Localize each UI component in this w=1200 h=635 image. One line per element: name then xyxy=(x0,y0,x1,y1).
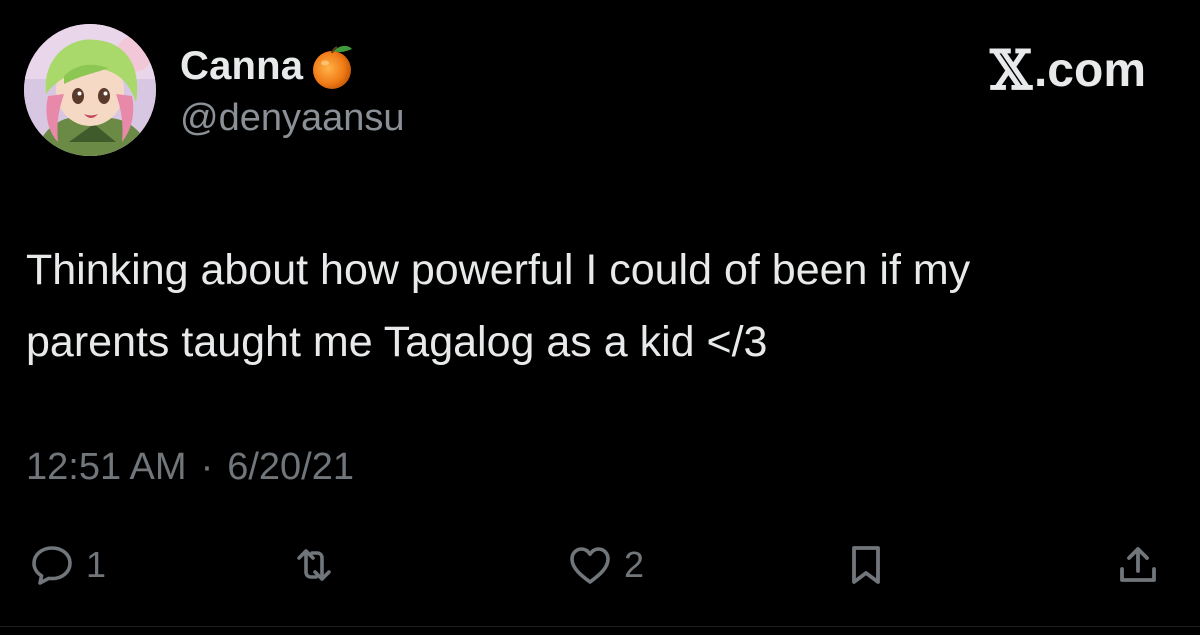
display-name[interactable]: Canna xyxy=(180,44,303,89)
action-bar: 1 2 xyxy=(0,535,1200,595)
x-logo-mark: 𝕏 xyxy=(990,38,1032,102)
tweet-time[interactable]: 12:51 AM xyxy=(26,446,187,489)
like-count: 2 xyxy=(624,544,645,585)
handle[interactable]: @denyaansu xyxy=(180,97,405,140)
share-icon xyxy=(1120,547,1156,582)
tweet-timestamp[interactable]: 12:51 AM · 6/20/21 xyxy=(26,446,354,489)
timestamp-separator: · xyxy=(200,446,214,488)
reply-button[interactable]: 1 xyxy=(28,535,106,595)
reply-count: 1 xyxy=(86,544,107,585)
bookmark-button[interactable] xyxy=(842,535,890,595)
orange-emoji-icon xyxy=(313,45,353,89)
bookmark-icon xyxy=(852,546,880,584)
x-logo: 𝕏 .com xyxy=(990,38,1146,102)
avatar[interactable] xyxy=(24,24,156,156)
tweet-date[interactable]: 6/20/21 xyxy=(227,446,354,489)
retweet-button[interactable] xyxy=(290,535,348,595)
tweet-text: Thinking about how powerful I could of b… xyxy=(26,246,971,366)
reply-icon xyxy=(32,546,72,585)
avatar-image xyxy=(24,24,156,156)
retweet-icon xyxy=(297,549,331,581)
divider xyxy=(0,626,1200,627)
like-button[interactable]: 2 xyxy=(566,535,644,595)
x-logo-text: .com xyxy=(1033,43,1146,97)
display-name-row[interactable]: Canna xyxy=(180,38,357,94)
share-button[interactable] xyxy=(1114,535,1162,595)
heart-icon xyxy=(570,547,610,584)
